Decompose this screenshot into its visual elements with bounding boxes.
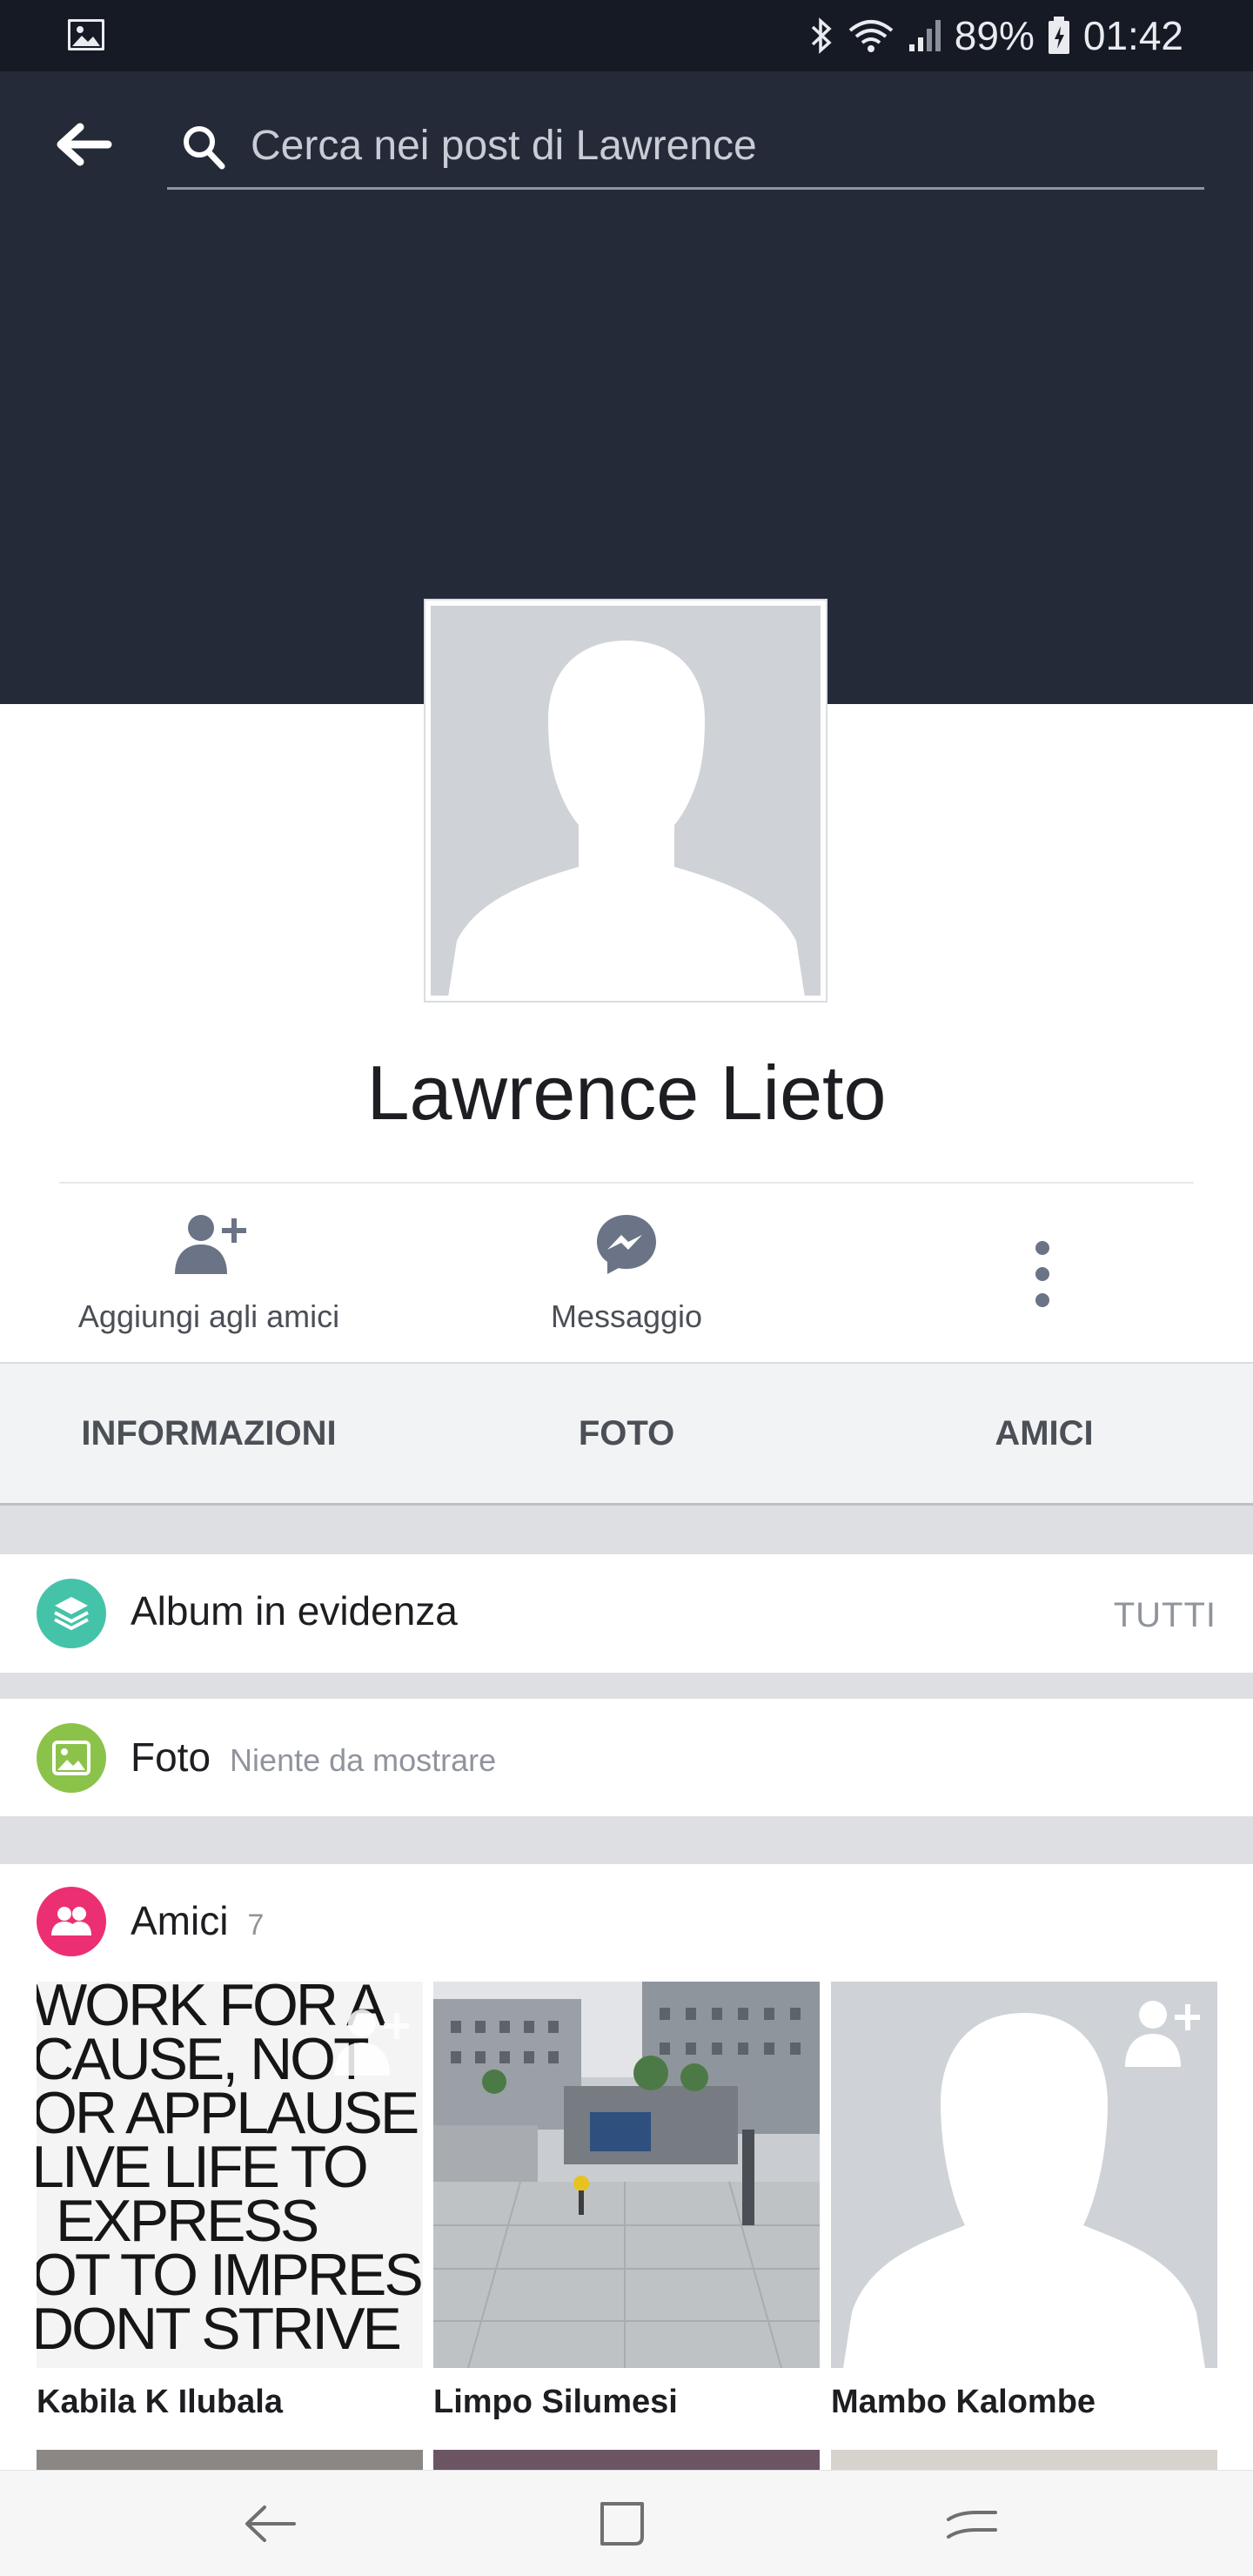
tab-foto[interactable]: FOTO xyxy=(418,1364,835,1503)
friend-card[interactable]: WORK FOR A CAUSE, NOT OR APPLAUSE LIVE L… xyxy=(37,1982,423,2421)
friends-title-row[interactable]: Amici 7 xyxy=(131,1897,264,1944)
tab-informazioni[interactable]: INFORMAZIONI xyxy=(0,1364,418,1503)
bluetooth-icon xyxy=(811,17,832,54)
nav-home-icon[interactable] xyxy=(592,2493,653,2554)
albums-icon xyxy=(37,1579,106,1648)
status-bar: 89% 01:42 xyxy=(0,0,1253,71)
albums-title: Album in evidenza xyxy=(131,1588,458,1633)
add-friend-icon xyxy=(175,1215,246,1274)
friend-name[interactable]: Kabila K Ilubala xyxy=(37,2384,423,2421)
default-avatar-silhouette xyxy=(448,641,805,996)
friend-photo[interactable] xyxy=(831,1982,1217,2368)
add-friend-button[interactable]: Aggiungi agli amici xyxy=(35,1210,383,1335)
back-arrow-icon[interactable] xyxy=(54,120,115,169)
signal-icon xyxy=(908,20,941,51)
friends-count: 7 xyxy=(247,1909,265,1942)
add-friend-icon[interactable] xyxy=(1122,1999,1200,2069)
friend-photo[interactable] xyxy=(433,1982,820,2368)
profile-name: Lawrence Lieto xyxy=(366,1050,887,1136)
plaza-photo xyxy=(433,1982,820,2368)
friend-card[interactable]: Limpo Silumesi xyxy=(433,1982,820,2421)
message-button[interactable]: Messaggio xyxy=(452,1210,801,1335)
friend-name[interactable]: Mambo Kalombe xyxy=(831,2384,1217,2421)
tab-amici[interactable]: AMICI xyxy=(835,1364,1253,1503)
see-all-link[interactable]: TUTTI xyxy=(1114,1596,1216,1635)
message-label: Messaggio xyxy=(550,1298,703,1334)
photos-title: Foto xyxy=(131,1734,211,1780)
search-placeholder: Cerca nei post di Lawrence xyxy=(251,123,757,169)
nav-recents-icon[interactable] xyxy=(941,2493,1002,2554)
profile-tabs: INFORMAZIONI FOTO AMICI xyxy=(0,1362,1253,1506)
friend-name[interactable]: Limpo Silumesi xyxy=(433,2384,820,2421)
photos-empty-label: Niente da mostrare xyxy=(230,1742,497,1778)
friend-photo[interactable]: WORK FOR A CAUSE, NOT OR APPLAUSE LIVE L… xyxy=(37,1982,423,2368)
photos-section[interactable]: Foto Niente da mostrare xyxy=(0,1699,1253,1816)
profile-picture[interactable] xyxy=(424,599,828,1003)
section-gap xyxy=(0,1816,1253,1864)
more-options-icon[interactable] xyxy=(1016,1236,1069,1314)
clock: 01:42 xyxy=(1082,13,1183,58)
wifi-icon xyxy=(848,20,894,52)
nav-back-icon[interactable] xyxy=(240,2493,301,2554)
battery-charging-icon xyxy=(1048,17,1069,54)
system-navigation-bar xyxy=(0,2470,1253,2576)
search-bar[interactable]: Cerca nei post di Lawrence xyxy=(167,106,1204,190)
featured-albums-section[interactable]: Album in evidenza TUTTI xyxy=(0,1554,1253,1673)
friends-icon xyxy=(37,1887,106,1956)
gallery-notification-icon xyxy=(68,19,104,50)
battery-percent: 89% xyxy=(954,13,1035,58)
section-gap xyxy=(0,1673,1253,1699)
friend-card[interactable]: Mambo Kalombe xyxy=(831,1982,1217,2421)
friends-title: Amici xyxy=(131,1898,229,1943)
section-gap xyxy=(0,1506,1253,1554)
messenger-icon xyxy=(597,1215,656,1274)
add-friend-icon[interactable] xyxy=(331,2008,409,2077)
add-friend-label: Aggiungi agli amici xyxy=(77,1298,340,1334)
divider xyxy=(59,1182,1194,1184)
search-icon xyxy=(184,126,225,170)
photos-title-row: Foto Niente da mostrare xyxy=(131,1734,496,1781)
photos-icon xyxy=(37,1723,106,1793)
